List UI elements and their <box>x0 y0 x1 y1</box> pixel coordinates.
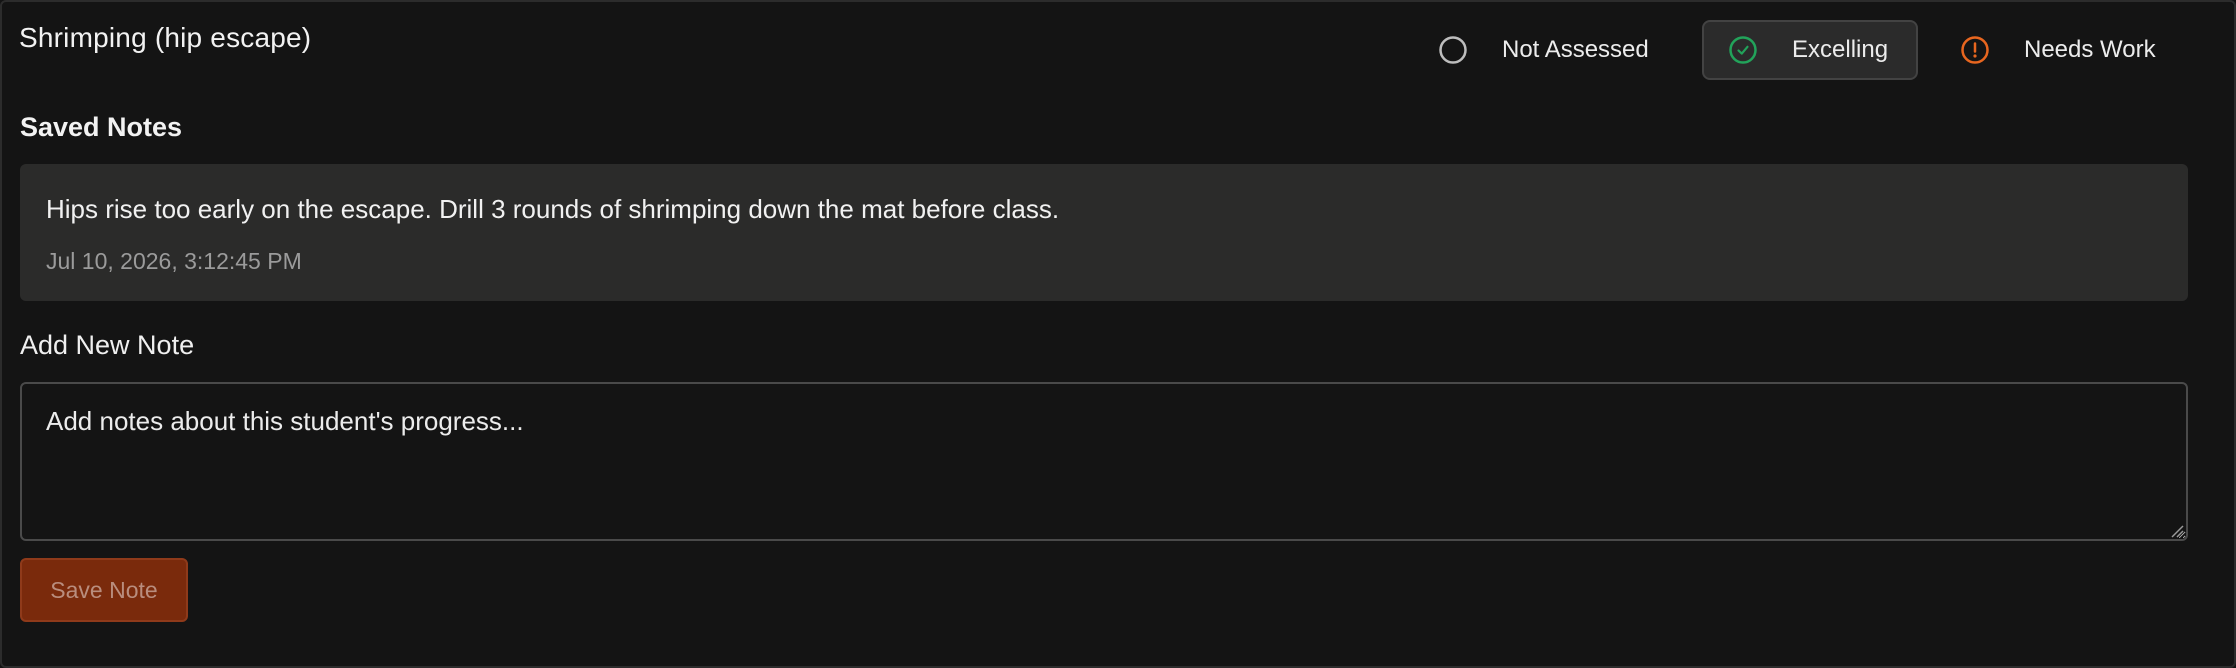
note-textarea[interactable] <box>20 382 2188 541</box>
empty-circle-icon <box>1439 36 1467 64</box>
status-label-needs-work: Needs Work <box>2024 36 2156 63</box>
add-note-heading: Add New Note <box>20 330 195 360</box>
status-option-needs-work[interactable]: Needs Work <box>1940 20 2180 80</box>
alert-circle-icon <box>1961 36 1989 64</box>
status-option-not-assessed[interactable]: Not Assessed <box>1422 20 1682 80</box>
saved-note: Hips rise too early on the escape. Drill… <box>20 164 2188 301</box>
save-note-button[interactable]: Save Note <box>20 558 188 622</box>
saved-note-text: Hips rise too early on the escape. Drill… <box>46 194 1060 224</box>
status-option-excelling[interactable]: Excelling <box>1702 20 1918 80</box>
status-label-not-assessed: Not Assessed <box>1502 36 1649 63</box>
status-selector: Not Assessed Excelling Needs Work <box>1422 20 2182 84</box>
skill-card: Shrimping (hip escape) Not Assessed Exce… <box>0 0 2236 668</box>
check-circle-icon <box>1729 36 1757 64</box>
saved-note-timestamp: Jul 10, 2026, 3:12:45 PM <box>46 248 302 274</box>
saved-notes-heading: Saved Notes <box>20 112 183 142</box>
status-label-excelling: Excelling <box>1792 36 1889 63</box>
skill-title: Shrimping (hip escape) <box>19 22 312 53</box>
